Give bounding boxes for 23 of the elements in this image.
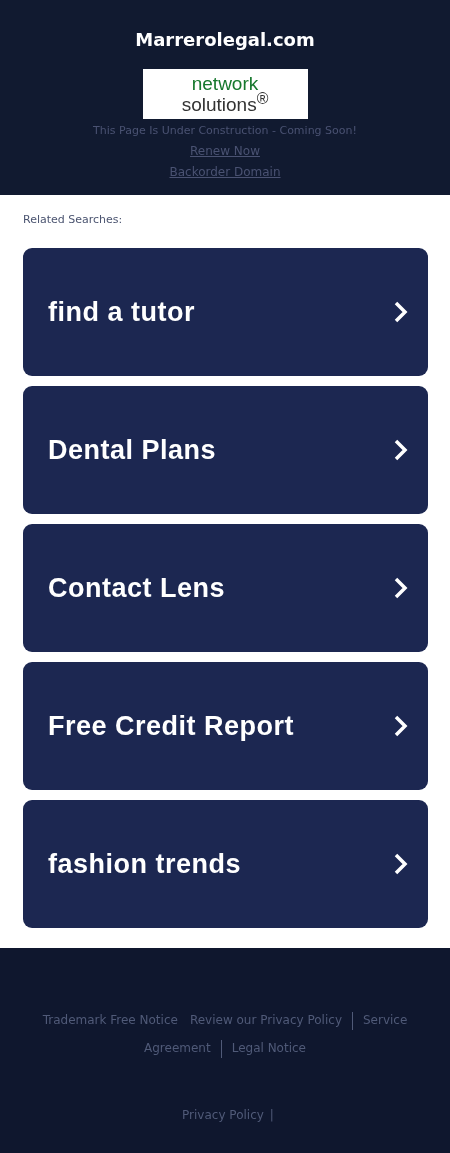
chevron-icon bbox=[394, 577, 408, 599]
search-link-card[interactable]: Free Credit Report bbox=[23, 662, 428, 790]
search-link-card[interactable]: find a tutor bbox=[23, 248, 428, 376]
notice-text: This Page Is Under Construction - Coming Soon! bbox=[93, 124, 357, 137]
logo: network solutions$^{®}$ bbox=[142, 69, 308, 119]
site-title: Marrerolegal.com bbox=[135, 29, 315, 52]
search-link-card[interactable]: fashion trends bbox=[23, 800, 428, 928]
footer-link[interactable]: Service bbox=[363, 1006, 408, 1034]
footer-link[interactable]: Legal Notice bbox=[231, 1034, 306, 1062]
footer-link[interactable]: Agreement bbox=[144, 1034, 211, 1062]
header-link[interactable]: Backorder Domain bbox=[169, 165, 281, 179]
footer-link[interactable]: Review our Privacy Policy bbox=[189, 1006, 342, 1034]
search-link-card[interactable]: Contact Lens bbox=[23, 524, 428, 652]
chevron-icon bbox=[394, 853, 408, 875]
search-link-card[interactable]: Dental Plans bbox=[23, 386, 428, 514]
footer-link[interactable]: Trademark Free Notice bbox=[42, 1006, 178, 1034]
chevron-icon bbox=[394, 301, 408, 323]
header-link[interactable]: Renew Now bbox=[190, 144, 260, 158]
chevron-icon bbox=[394, 439, 408, 461]
chevron-icon bbox=[394, 715, 408, 737]
separator-text: | bbox=[269, 1108, 274, 1122]
footer-link[interactable]: Privacy Policy bbox=[182, 1108, 264, 1122]
section-heading: Related Searches: bbox=[23, 213, 124, 226]
